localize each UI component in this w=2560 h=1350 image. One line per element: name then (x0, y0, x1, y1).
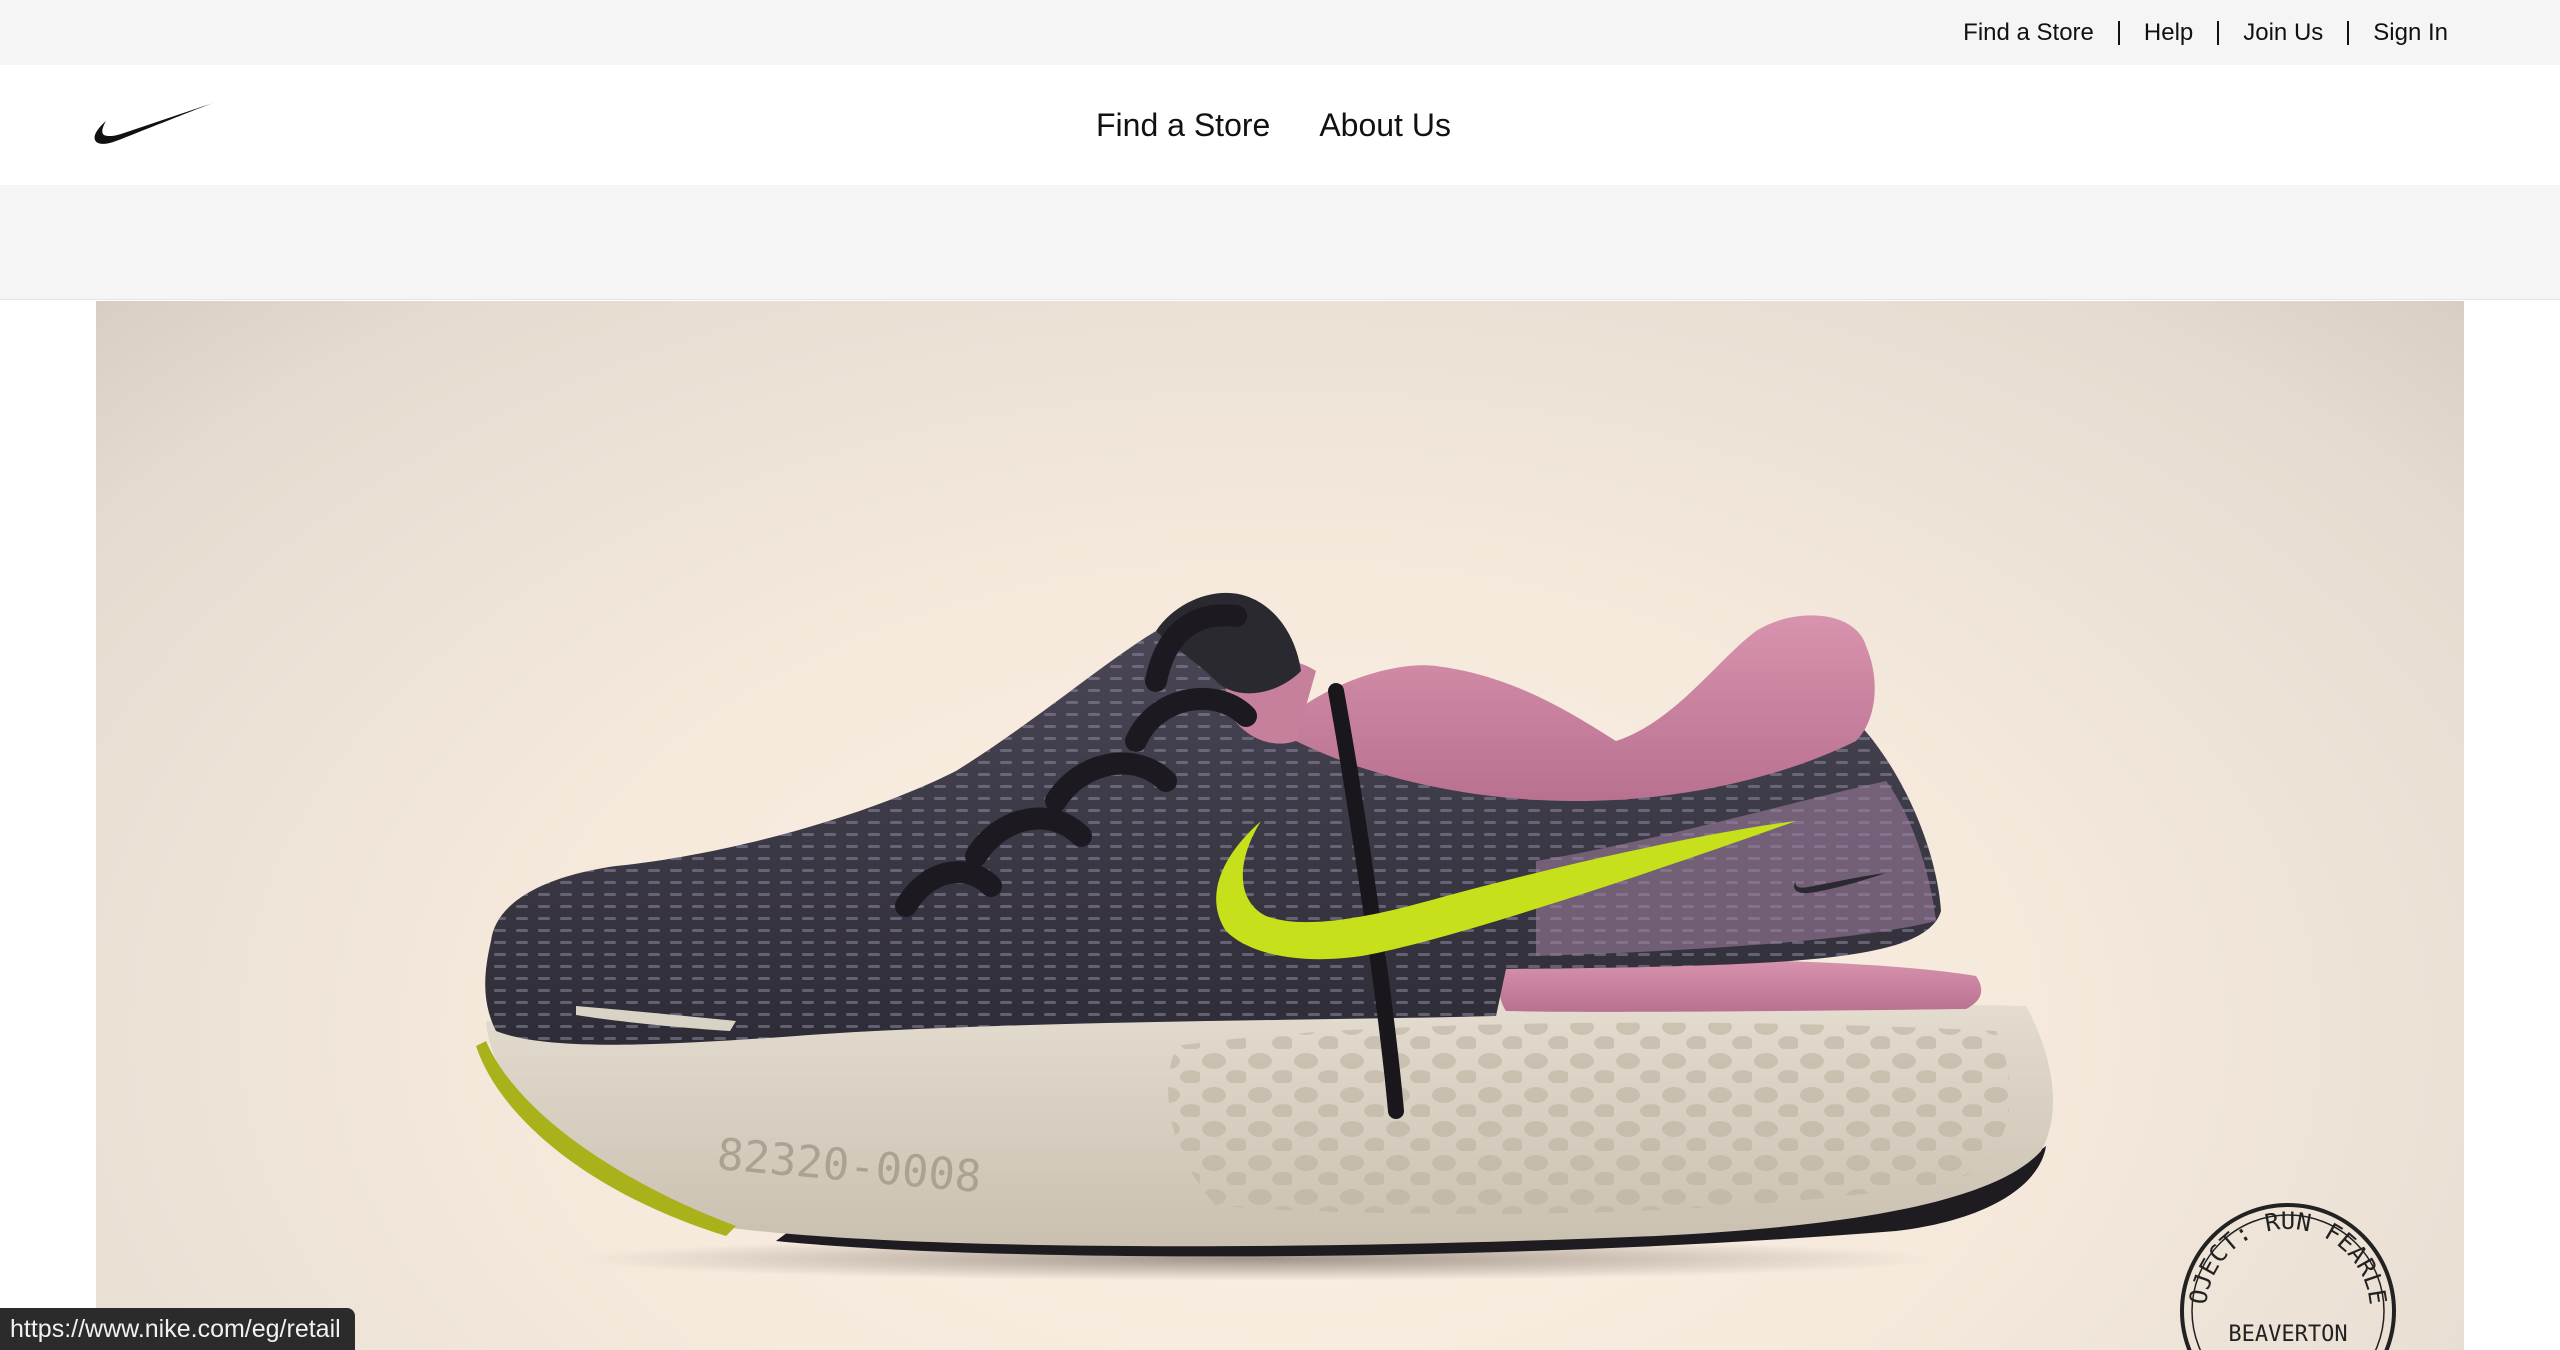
utility-divider (2347, 20, 2350, 45)
utility-divider (2217, 20, 2220, 45)
main-header: Find a Store About Us (0, 65, 2560, 185)
main-nav: Find a Store About Us (1096, 65, 1500, 185)
worn-running-shoe-photo: 82320-0008 OJECT: RUN FEARLE BEAVERTON (96, 301, 2396, 1350)
stamp-bottom-text: BEAVERTON (2228, 1322, 2347, 1347)
utility-find-store-link[interactable]: Find a Store (1963, 19, 2094, 47)
utility-join-us-link[interactable]: Join Us (2243, 19, 2323, 47)
utility-help-link[interactable]: Help (2144, 19, 2193, 47)
utility-sign-in-link[interactable]: Sign In (2373, 19, 2448, 47)
utility-divider (2117, 20, 2120, 45)
utility-nav: Find a Store Help Join Us Sign In (1963, 0, 2448, 65)
nike-swoosh-logo[interactable] (94, 103, 214, 147)
utility-bar: Find a Store Help Join Us Sign In (0, 0, 2560, 65)
nav-about-us-link[interactable]: About Us (1319, 107, 1451, 144)
promo-band (0, 185, 2560, 300)
hero-banner[interactable]: 82320-0008 OJECT: RUN FEARLE BEAVERTON (96, 301, 2464, 1350)
status-url-tooltip: https://www.nike.com/eg/retail (0, 1308, 355, 1350)
nav-find-store-link[interactable]: Find a Store (1096, 107, 1270, 144)
swoosh-icon (94, 103, 213, 144)
